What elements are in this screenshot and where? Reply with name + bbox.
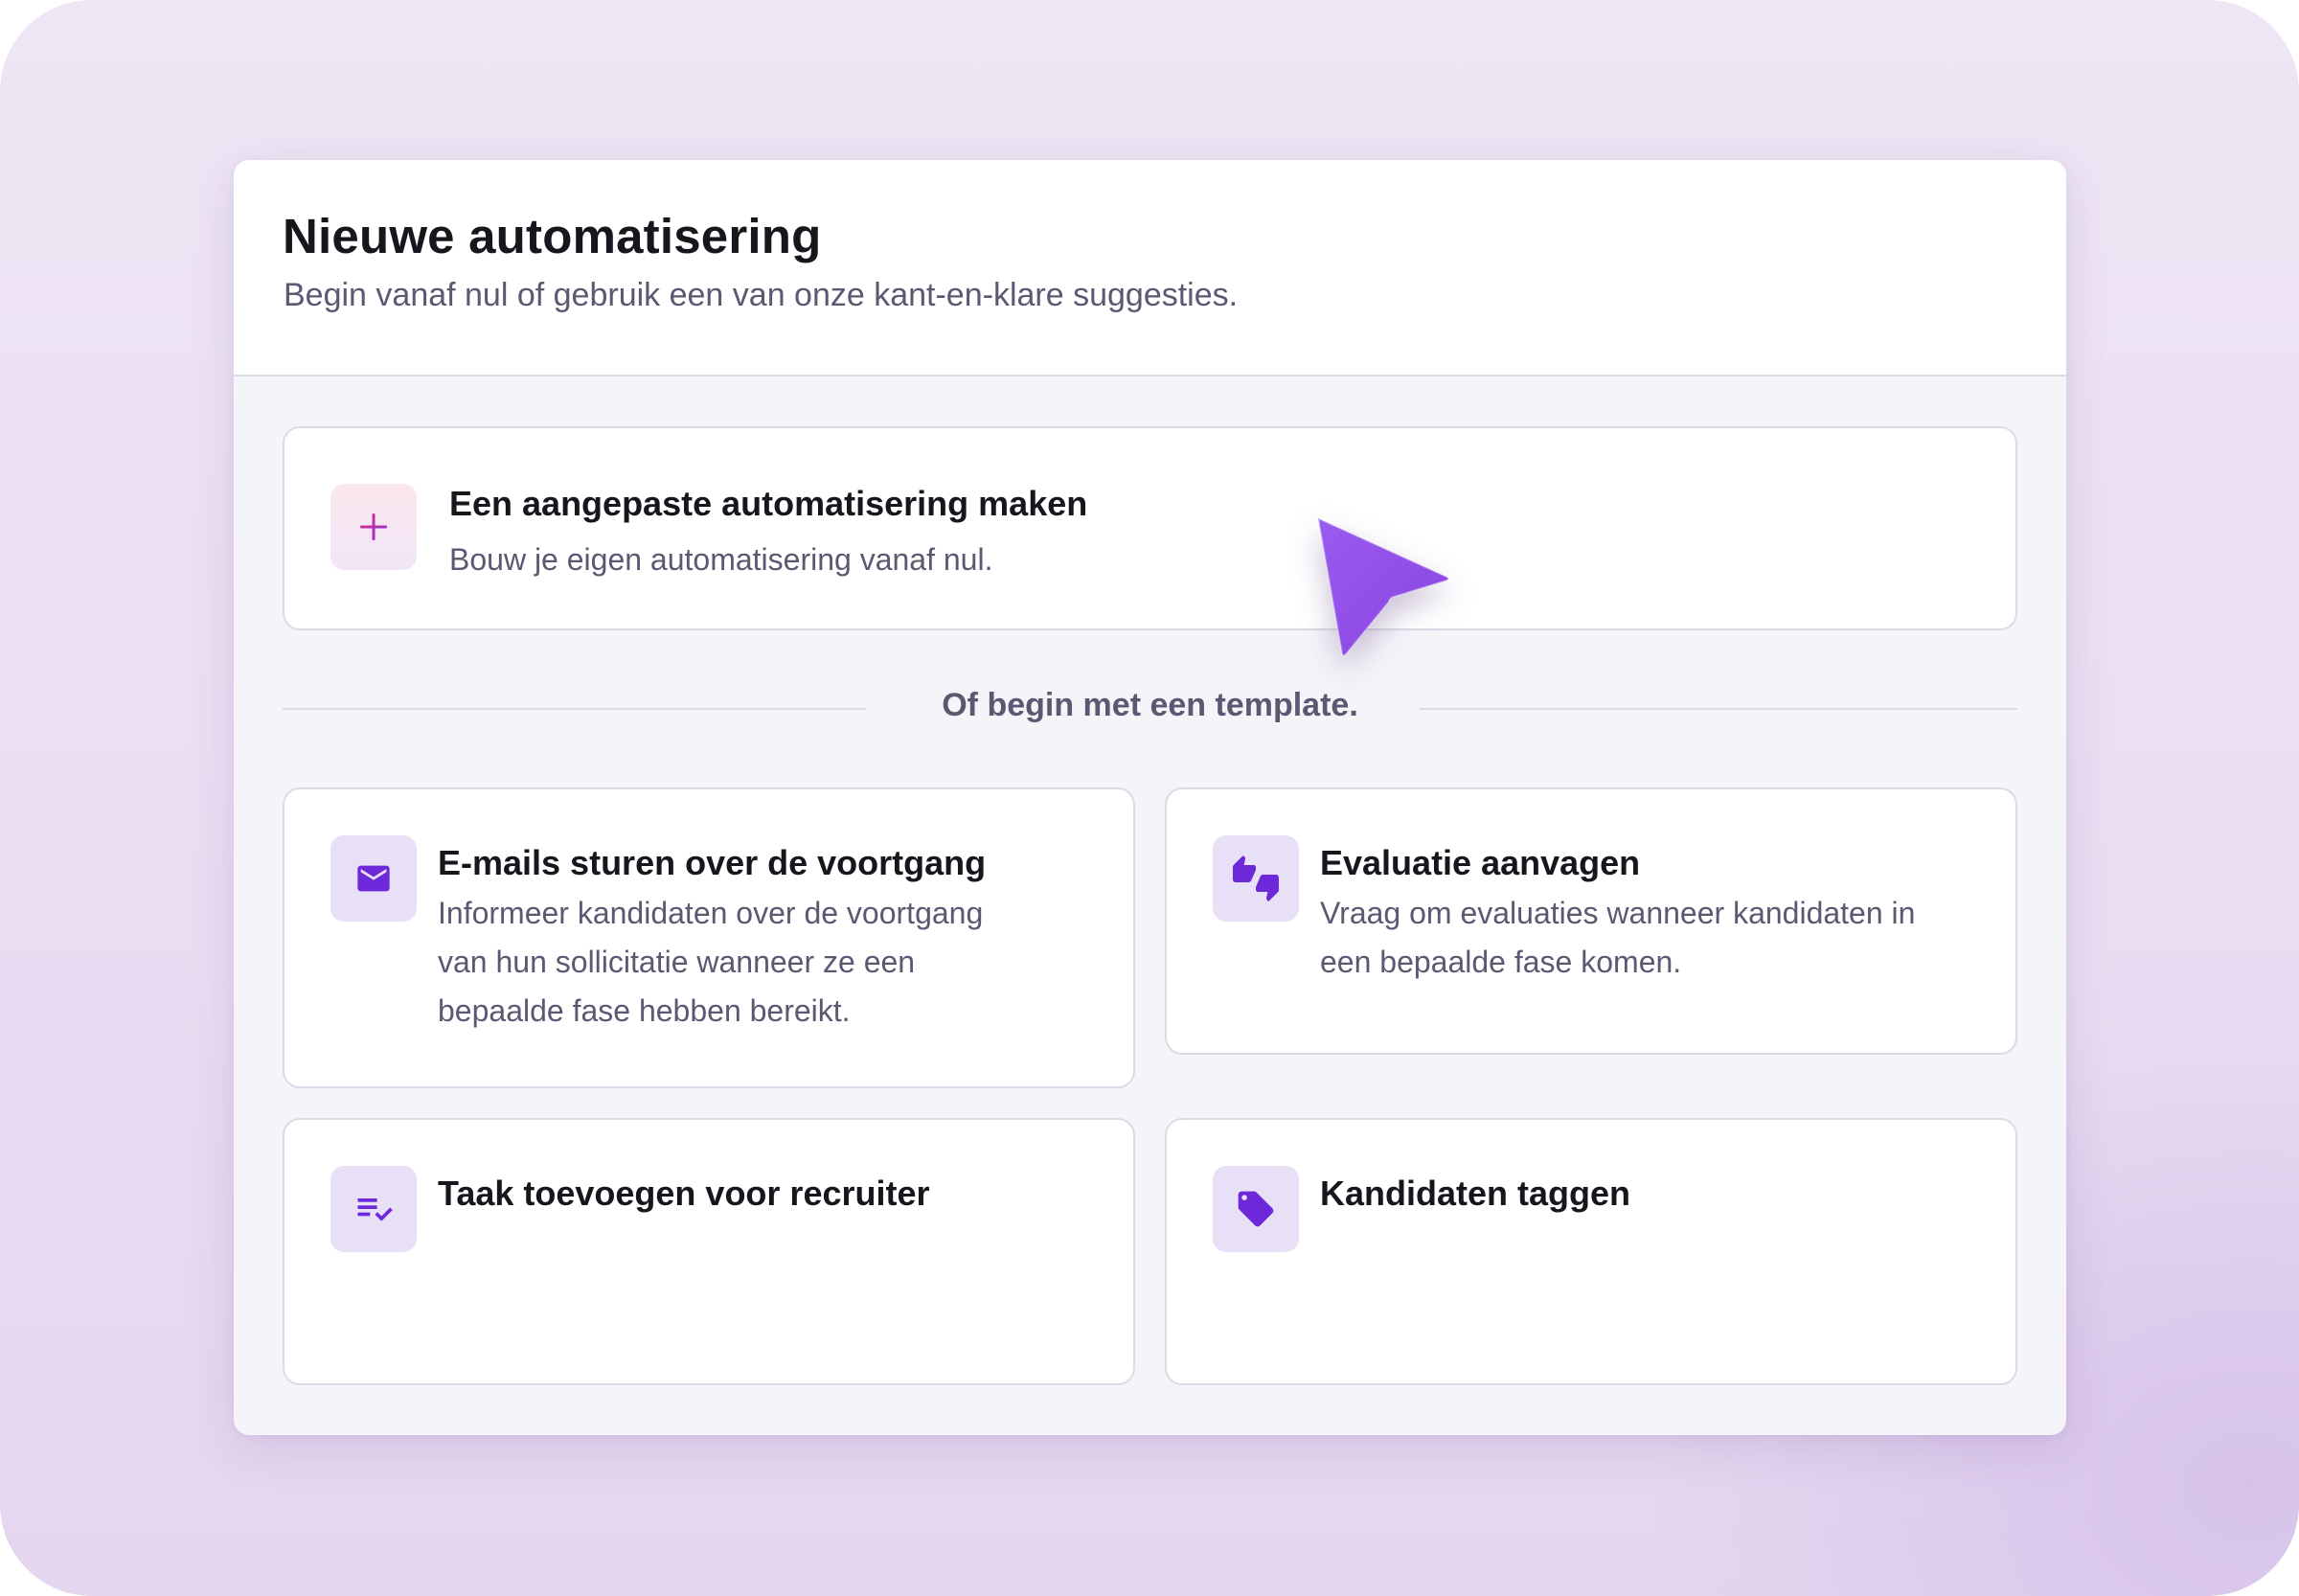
create-custom-automation-card[interactable]: Een aangepaste automatisering maken Bouw… (283, 426, 2017, 630)
mail-icon-container (330, 835, 417, 922)
template-card-add-recruiter-task[interactable]: Taak toevoegen voor recruiter (283, 1118, 1135, 1385)
dialog-title: Nieuwe automatisering (283, 209, 822, 263)
custom-automation-description: Bouw je eigen automatisering vanaf nul. (449, 542, 993, 577)
plus-icon-container (330, 484, 417, 570)
description-line: Informeer kandidaten over de voortgang (438, 896, 984, 930)
background-canvas: Nieuwe automatisering Begin vanaf nul of… (0, 0, 2299, 1596)
template-title: Kandidaten taggen (1320, 1174, 1631, 1213)
template-divider-label: Of begin met een template. (942, 687, 1358, 723)
task-checklist-icon-container (330, 1166, 417, 1252)
dialog-subtitle: Begin vanaf nul of gebruik een van onze … (284, 277, 1239, 313)
pointer-cursor-icon (1317, 517, 1449, 657)
description-line: van hun sollicitatie wanneer ze een (438, 945, 916, 979)
mail-icon (357, 865, 390, 892)
template-card-request-evaluation[interactable]: Evaluatie aanvagen Vraag om evaluaties w… (1165, 787, 2017, 1055)
template-description: Informeer kandidaten over de voortgang v… (438, 889, 983, 1036)
description-line: een bepaalde fase komen. (1320, 945, 1682, 979)
tag-icon-container (1213, 1166, 1299, 1252)
tag-icon (1238, 1191, 1274, 1227)
thumbs-up-down-icon (1233, 855, 1279, 901)
template-card-tag-candidates[interactable]: Kandidaten taggen (1165, 1118, 2017, 1385)
thumbs-up-down-icon-container (1213, 835, 1299, 922)
custom-automation-title: Een aangepaste automatisering maken (449, 484, 1088, 523)
description-line: bepaalde fase hebben bereikt. (438, 993, 851, 1028)
template-title: Evaluatie aanvagen (1320, 843, 1641, 882)
template-title: E-mails sturen over de voortgang (438, 843, 987, 882)
template-card-progress-emails[interactable]: E-mails sturen over de voortgang Informe… (283, 787, 1135, 1088)
task-checklist-icon (357, 1198, 393, 1221)
plus-icon (360, 513, 387, 540)
template-title: Taak toevoegen voor recruiter (438, 1174, 930, 1213)
dialog-header: Nieuwe automatisering Begin vanaf nul of… (234, 160, 2066, 376)
template-description: Vraag om evaluaties wanneer kandidaten i… (1320, 889, 1915, 987)
new-automation-dialog: Nieuwe automatisering Begin vanaf nul of… (234, 160, 2066, 1435)
description-line: Vraag om evaluaties wanneer kandidaten i… (1320, 896, 1916, 930)
